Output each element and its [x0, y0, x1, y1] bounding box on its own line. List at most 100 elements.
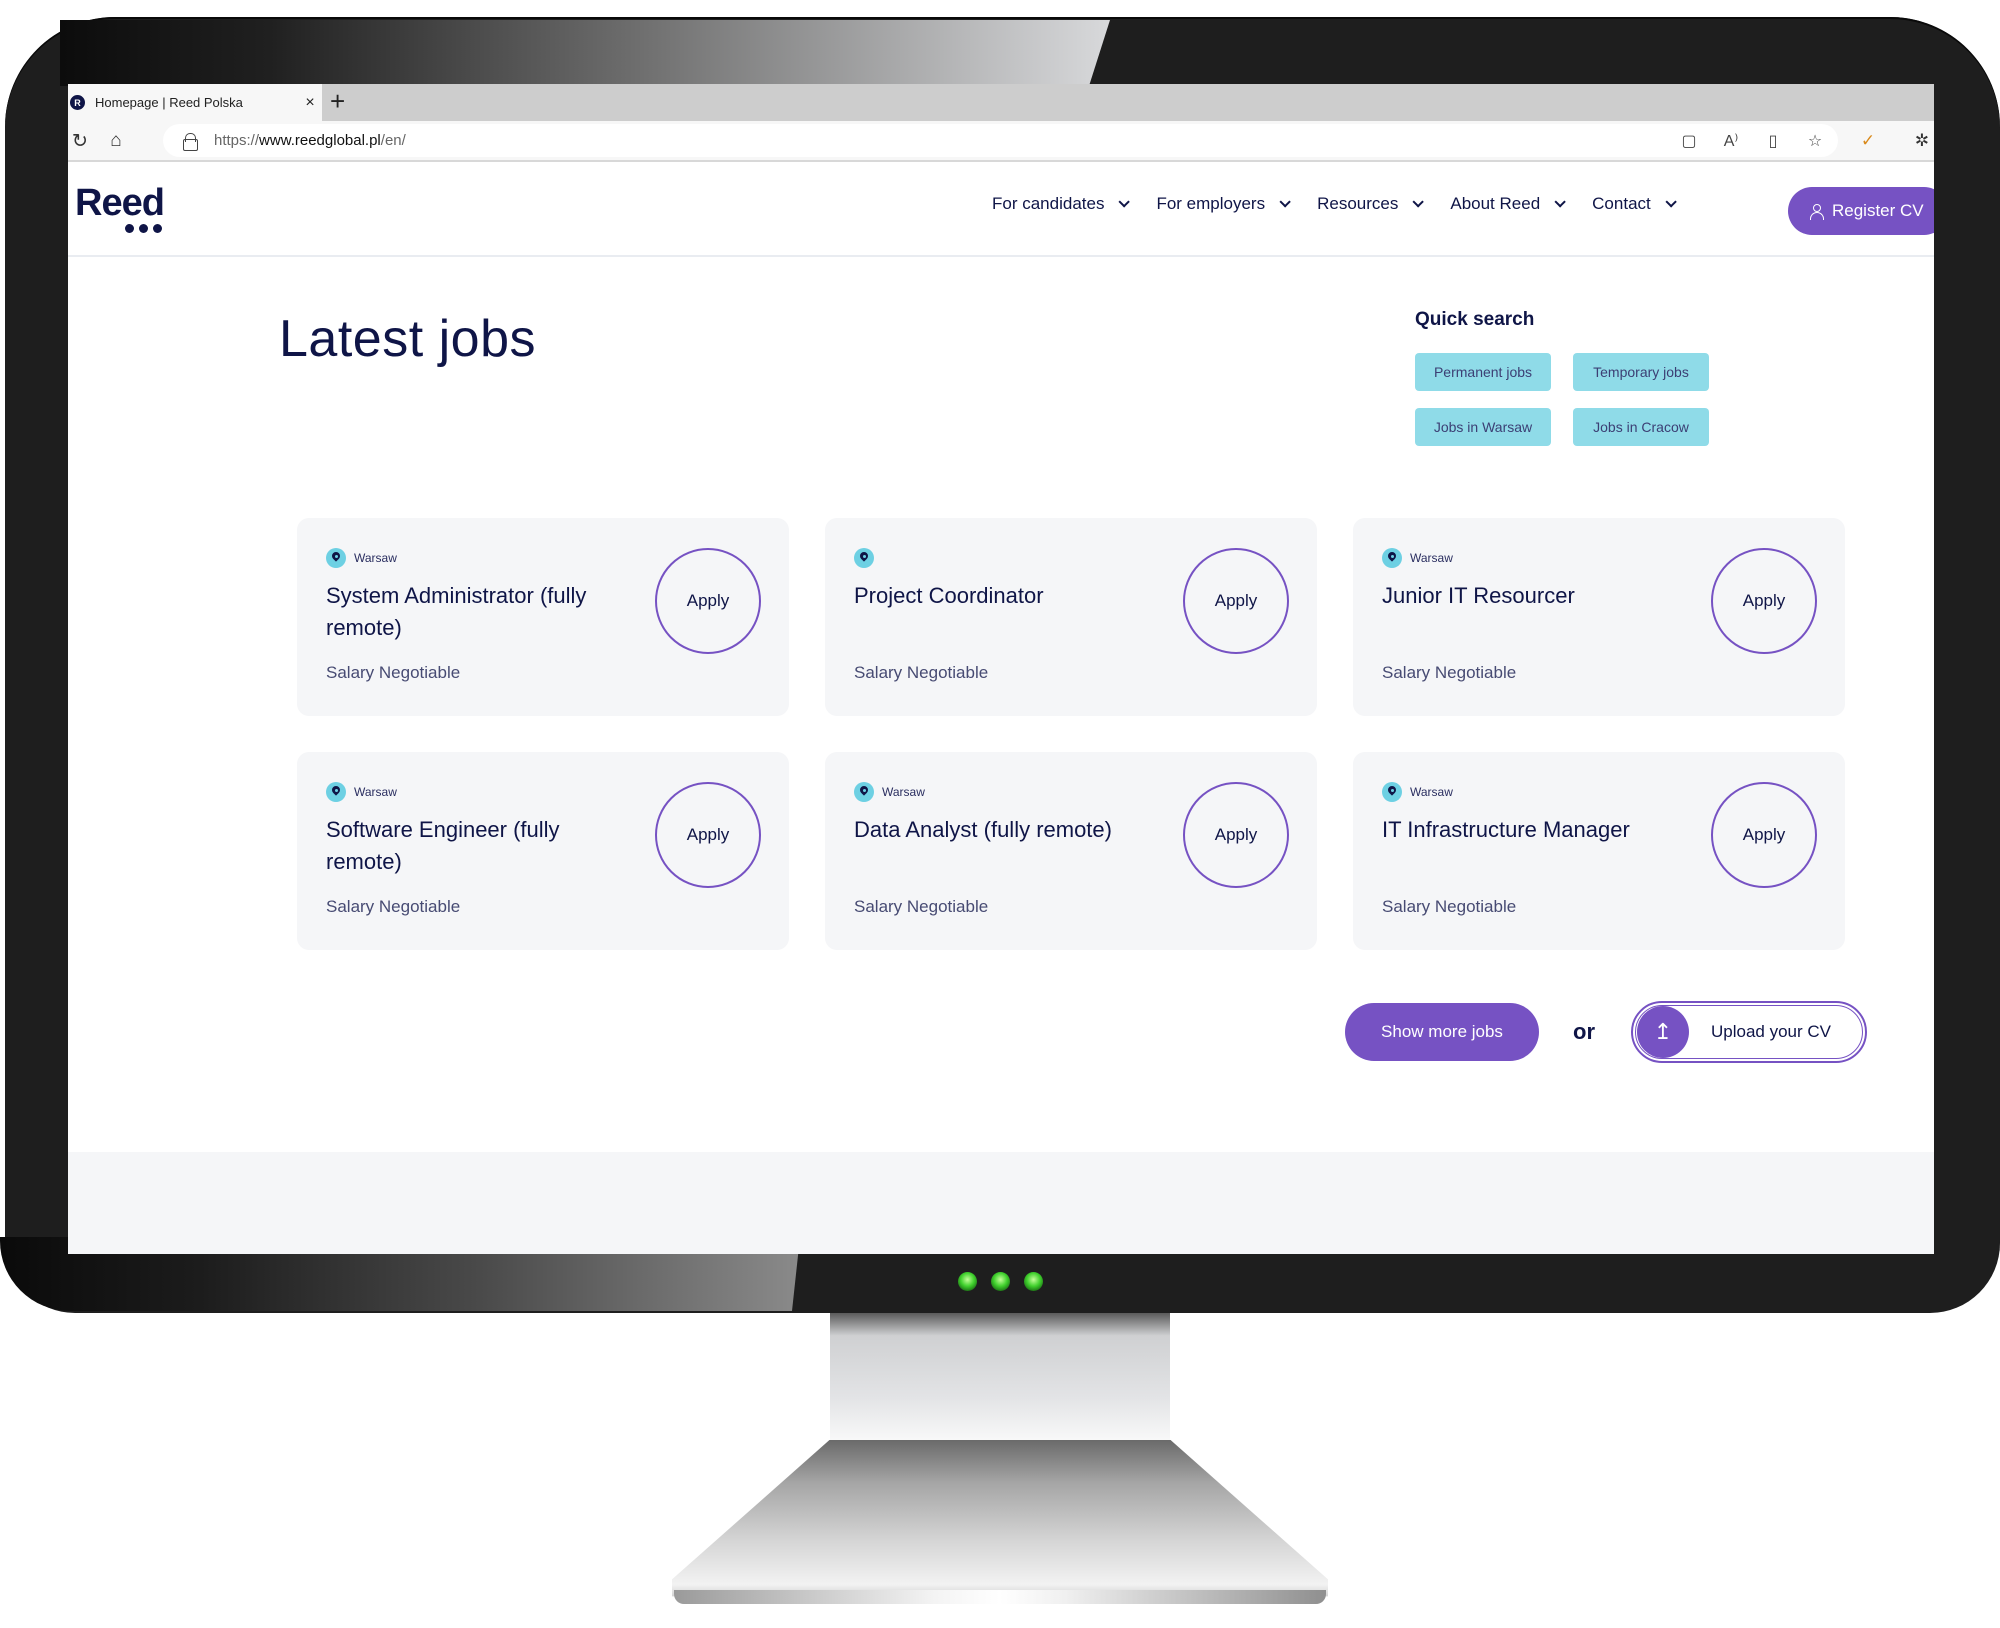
- job-card[interactable]: Warsaw Data Analyst (fully remote) Salar…: [825, 752, 1317, 950]
- omnibox-actions: ▢ A⁾ ▯ ☆: [1678, 124, 1826, 157]
- location-pin-icon: [326, 782, 346, 802]
- nav-label: For employers: [1156, 194, 1266, 213]
- nav-about-reed[interactable]: About Reed: [1450, 194, 1566, 214]
- new-tab-icon[interactable]: +: [330, 88, 345, 114]
- nav-contact[interactable]: Contact: [1592, 194, 1677, 214]
- logo-wordmark: Reed: [75, 182, 165, 224]
- chevron-down-icon: [1412, 196, 1425, 208]
- url-text: https://www.reedglobal.pl/en/: [214, 132, 406, 149]
- page-title: Latest jobs: [279, 310, 536, 368]
- jobs-actions: Show more jobs or ↥ Upload your CV: [1345, 1001, 1867, 1063]
- home-icon[interactable]: ⌂: [104, 129, 128, 153]
- add-favorite-icon[interactable]: ☆: [1804, 130, 1826, 152]
- nav-for-candidates[interactable]: For candidates: [992, 194, 1131, 214]
- tab-title: Homepage | Reed Polska: [95, 95, 243, 110]
- chip-jobs-in-cracow[interactable]: Jobs in Cracow: [1573, 408, 1709, 446]
- job-location: Warsaw: [326, 548, 397, 568]
- job-card[interactable]: Warsaw IT Infrastructure Manager Salary …: [1353, 752, 1845, 950]
- monitor-stand-base: [672, 1440, 1328, 1597]
- extensions-area: ✓ ✲: [1856, 129, 1934, 153]
- apply-button[interactable]: Apply: [1711, 548, 1817, 654]
- user-icon: [1810, 204, 1824, 220]
- reload-icon[interactable]: ↻: [68, 129, 92, 153]
- chip-jobs-in-warsaw[interactable]: Jobs in Warsaw: [1415, 408, 1551, 446]
- location-text: Warsaw: [354, 551, 397, 565]
- upload-icon: ↥: [1637, 1006, 1689, 1058]
- immersive-reader-icon[interactable]: ▯: [1762, 130, 1784, 152]
- job-card[interactable]: Warsaw Junior IT Resourcer Salary Negoti…: [1353, 518, 1845, 716]
- job-location: [854, 548, 882, 568]
- job-salary: Salary Negotiable: [326, 897, 461, 916]
- logo-dots: [125, 224, 164, 233]
- job-card[interactable]: Warsaw Software Engineer (fully remote) …: [297, 752, 789, 950]
- location-text: Warsaw: [354, 785, 397, 799]
- chevron-down-icon: [1118, 196, 1131, 208]
- location-text: Warsaw: [882, 785, 925, 799]
- url-scheme: https://: [214, 132, 260, 149]
- read-aloud-icon[interactable]: A⁾: [1720, 130, 1742, 152]
- location-pin-icon: [854, 782, 874, 802]
- quick-search-chips: Permanent jobs Temporary jobs Jobs in Wa…: [1415, 353, 1709, 446]
- nav-resources[interactable]: Resources: [1317, 194, 1425, 214]
- job-title[interactable]: IT Infrastructure Manager: [1382, 814, 1682, 846]
- job-location: Warsaw: [854, 782, 925, 802]
- apply-button[interactable]: Apply: [655, 548, 761, 654]
- url-host: www.reedglobal.pl: [259, 132, 381, 149]
- screen: R Homepage | Reed Polska × + ↻ ⌂ https:/…: [68, 84, 1934, 1254]
- briefcase-icon[interactable]: ▢: [1678, 130, 1700, 152]
- extensions-puzzle-icon[interactable]: ✲: [1910, 129, 1934, 153]
- reed-logo[interactable]: Reed: [75, 182, 165, 233]
- url-path: /en/: [380, 132, 406, 149]
- location-pin-icon: [1382, 548, 1402, 568]
- show-more-jobs-button[interactable]: Show more jobs: [1345, 1003, 1539, 1061]
- job-location: Warsaw: [1382, 782, 1453, 802]
- job-location: Warsaw: [1382, 548, 1453, 568]
- job-salary: Salary Negotiable: [1382, 897, 1517, 916]
- bezel-reflection: [60, 20, 1110, 86]
- job-salary: Salary Negotiable: [854, 663, 989, 682]
- chip-temporary-jobs[interactable]: Temporary jobs: [1573, 353, 1709, 391]
- job-title[interactable]: Data Analyst (fully remote): [854, 814, 1154, 846]
- close-tab-icon[interactable]: ×: [298, 94, 322, 112]
- register-cv-button[interactable]: Register CV: [1788, 187, 1934, 235]
- nav-label: Contact: [1592, 194, 1651, 213]
- location-pin-icon: [854, 548, 874, 568]
- favicon-icon: R: [70, 95, 85, 110]
- nav-for-employers[interactable]: For employers: [1156, 194, 1291, 214]
- jobs-grid: Warsaw System Administrator (fully remot…: [297, 518, 1845, 950]
- status-led: [991, 1272, 1010, 1291]
- or-separator: or: [1573, 1019, 1595, 1044]
- job-card[interactable]: Warsaw System Administrator (fully remot…: [297, 518, 789, 716]
- job-location: Warsaw: [326, 782, 397, 802]
- apply-button[interactable]: Apply: [1711, 782, 1817, 888]
- job-title[interactable]: System Administrator (fully remote): [326, 580, 626, 644]
- address-bar: ↻ ⌂ https://www.reedglobal.pl/en/ ▢ A⁾ ▯…: [68, 121, 1934, 162]
- tab-strip: R Homepage | Reed Polska × +: [68, 84, 1934, 121]
- url-input[interactable]: https://www.reedglobal.pl/en/ ▢ A⁾ ▯ ☆: [163, 124, 1838, 157]
- nav-label: For candidates: [992, 194, 1105, 213]
- job-title[interactable]: Project Coordinator: [854, 580, 1154, 612]
- status-led: [1024, 1272, 1043, 1291]
- job-title[interactable]: Junior IT Resourcer: [1382, 580, 1682, 612]
- browser-tab[interactable]: R Homepage | Reed Polska ×: [68, 84, 322, 121]
- upload-cv-button[interactable]: ↥ Upload your CV: [1631, 1001, 1867, 1063]
- main-nav: For candidates For employers Resources A…: [992, 194, 1703, 214]
- nav-label: About Reed: [1450, 194, 1541, 213]
- apply-button[interactable]: Apply: [1183, 782, 1289, 888]
- job-salary: Salary Negotiable: [854, 897, 989, 916]
- apply-button[interactable]: Apply: [1183, 548, 1289, 654]
- location-text: Warsaw: [1410, 551, 1453, 565]
- lock-icon[interactable]: [183, 133, 198, 151]
- register-cv-label: Register CV: [1832, 201, 1924, 220]
- job-title[interactable]: Software Engineer (fully remote): [326, 814, 626, 878]
- job-card[interactable]: Project Coordinator Salary Negotiable Ap…: [825, 518, 1317, 716]
- location-text: Warsaw: [1410, 785, 1453, 799]
- monitor-stand-edge: [674, 1590, 1326, 1604]
- quick-search-title: Quick search: [1415, 309, 1535, 330]
- next-section: [68, 1152, 1934, 1254]
- site-header: Reed For candidates For employers Resour…: [68, 164, 1934, 257]
- extension-app-icon[interactable]: ✓: [1856, 129, 1880, 153]
- chevron-down-icon: [1554, 196, 1566, 208]
- chip-permanent-jobs[interactable]: Permanent jobs: [1415, 353, 1551, 391]
- apply-button[interactable]: Apply: [655, 782, 761, 888]
